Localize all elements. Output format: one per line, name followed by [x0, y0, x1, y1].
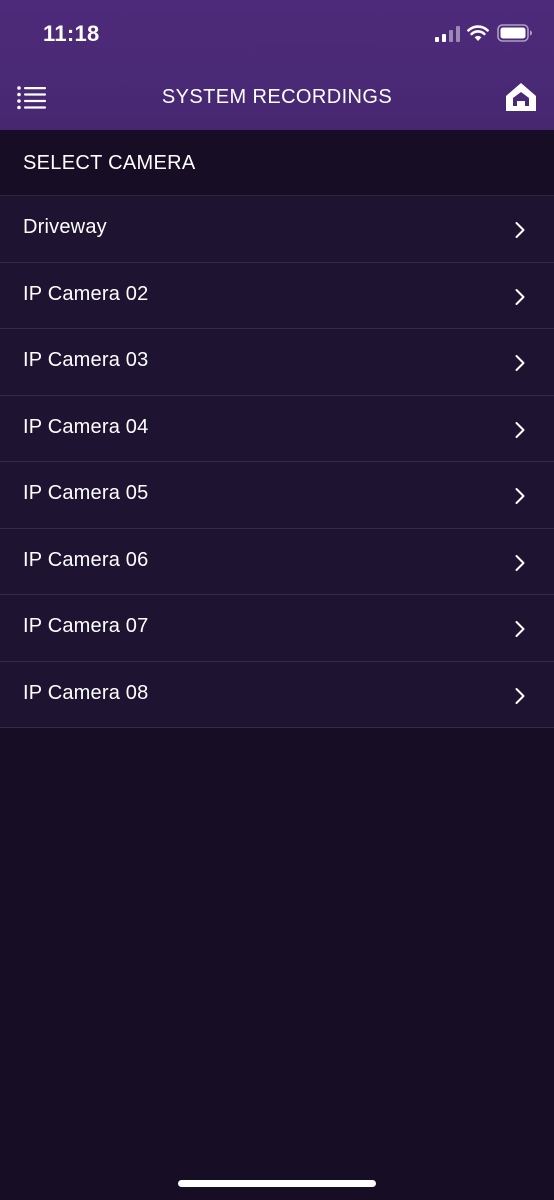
camera-list-item[interactable]: IP Camera 05	[0, 462, 554, 529]
select-camera-header: SELECT CAMERA	[0, 130, 554, 196]
camera-list-item[interactable]: IP Camera 08	[0, 661, 554, 728]
camera-list-item[interactable]: IP Camera 06	[0, 528, 554, 595]
chevron-right-icon	[515, 488, 525, 504]
wifi-icon	[467, 25, 489, 41]
chevron-right-icon	[515, 621, 525, 637]
camera-name: IP Camera 06	[23, 548, 149, 571]
camera-list-item[interactable]: IP Camera 07	[0, 595, 554, 662]
camera-name: IP Camera 08	[23, 681, 149, 704]
camera-list-item[interactable]: IP Camera 04	[0, 395, 554, 462]
page-title: SYSTEM RECORDINGS	[161, 86, 393, 108]
chevron-right-icon	[515, 687, 525, 704]
camera-name: IP Camera 07	[23, 615, 149, 637]
battery-icon	[497, 24, 532, 42]
camera-name: IP Camera 03	[23, 349, 149, 371]
chevron-right-icon	[515, 421, 525, 438]
app-header: 11:18 SYSTEM RECORDINGS	[0, 0, 554, 130]
home-icon[interactable]	[502, 80, 540, 114]
camera-list: Driveway IP Camera 02 IP Camera 03 IP Ca…	[0, 196, 554, 728]
camera-list-item[interactable]: Driveway	[0, 196, 554, 263]
section-header-label: SELECT CAMERA	[23, 152, 196, 174]
chevron-right-icon	[515, 222, 525, 238]
status-bar: 11:18	[0, 0, 554, 66]
camera-name: IP Camera 05	[23, 482, 149, 504]
home-indicator[interactable]	[178, 1180, 376, 1187]
chevron-right-icon	[515, 355, 525, 371]
navigation-bar: SYSTEM RECORDINGS	[0, 66, 554, 130]
chevron-right-icon	[515, 554, 525, 571]
camera-list-item[interactable]: IP Camera 02	[0, 262, 554, 329]
status-time: 11:18	[43, 21, 100, 46]
camera-list-item[interactable]: IP Camera 03	[0, 329, 554, 396]
chevron-right-icon	[515, 288, 525, 305]
camera-name: IP Camera 02	[23, 282, 149, 305]
camera-name: Driveway	[23, 216, 107, 238]
camera-name: IP Camera 04	[23, 415, 149, 438]
cellular-signal-icon	[435, 26, 460, 42]
